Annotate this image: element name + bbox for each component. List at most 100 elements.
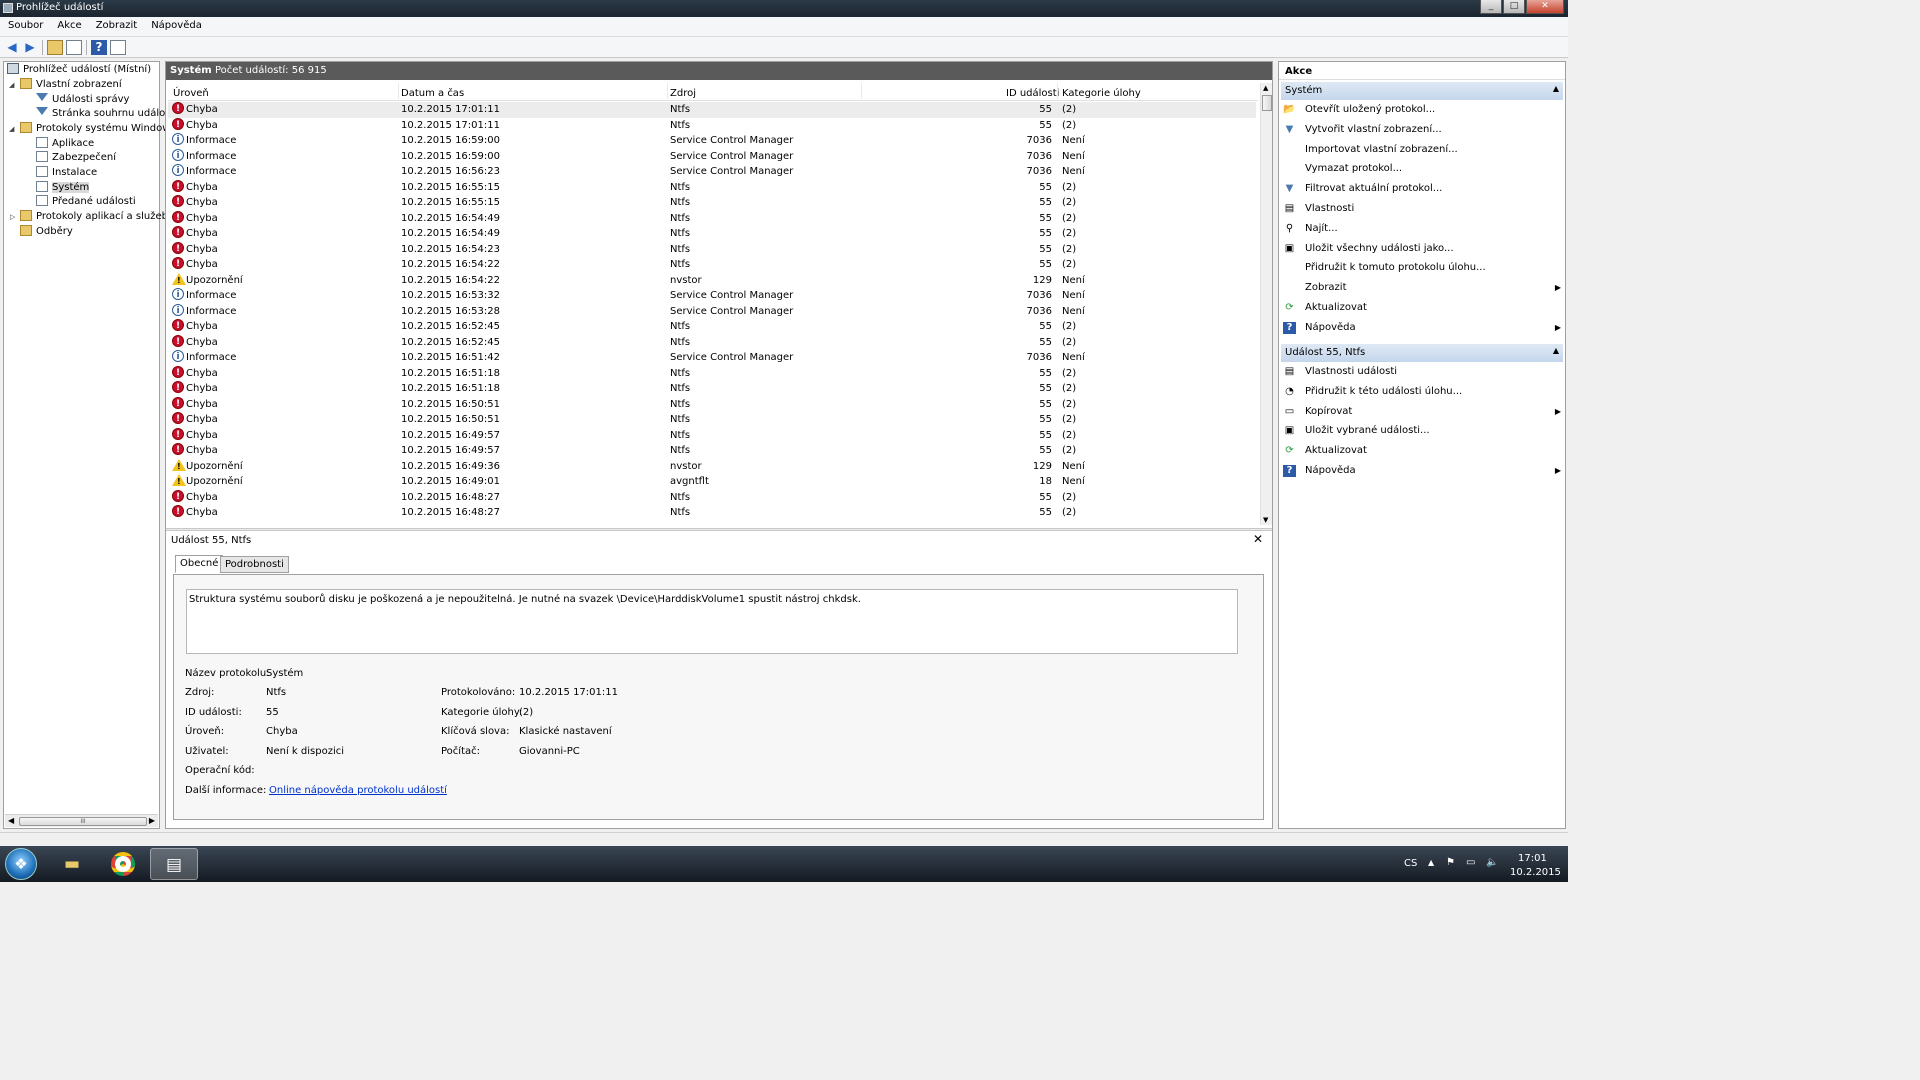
table-row[interactable]: ! Chyba 10.2.2015 16:51:18 Ntfs 55 (2) — [168, 381, 1256, 397]
tree-item-windows-logs[interactable]: Protokoly systému Windows — [20, 122, 176, 136]
scroll-left-icon[interactable]: ◀ — [8, 816, 14, 825]
tree-item-summary-page[interactable]: Stránka souhrnu událostí — [36, 107, 177, 121]
action-přidružit-k-tomuto-protokolu-úlohu[interactable]: Přidružit k tomuto protokolu úlohu... — [1283, 259, 1563, 277]
table-row[interactable]: ! Chyba 10.2.2015 16:48:27 Ntfs 55 (2) — [168, 505, 1256, 521]
tree-item-admin-events[interactable]: Události správy — [36, 93, 129, 107]
show-hidden-icons-icon[interactable]: ▲ — [1428, 858, 1434, 867]
action-filtrovat-aktuální-protokol[interactable]: ▼ Filtrovat aktuální protokol... — [1283, 180, 1563, 198]
expand-triangle-icon[interactable]: ▷ — [10, 213, 15, 221]
table-row[interactable]: i Informace 10.2.2015 16:59:00 Service Cont… — [168, 148, 1256, 165]
close-detail-icon[interactable]: ✕ — [1253, 532, 1263, 546]
table-row[interactable]: ! Chyba 10.2.2015 16:49:57 Ntfs 55 (2) — [168, 427, 1256, 444]
action-najít[interactable]: ⚲ Najít... — [1283, 220, 1563, 238]
tree-item-forwarded[interactable]: Předané události — [36, 195, 136, 209]
column-source[interactable]: Zdroj — [670, 88, 696, 99]
table-row[interactable]: ! Chyba 10.2.2015 16:49:57 Ntfs 55 (2) — [168, 443, 1256, 459]
scroll-thumb[interactable]: III — [19, 817, 147, 826]
table-row[interactable]: i Informace 10.2.2015 16:59:00 Service Cont… — [168, 133, 1256, 149]
chrome-icon[interactable] — [99, 848, 147, 880]
tree-item-application[interactable]: Aplikace — [36, 137, 94, 151]
table-row[interactable]: ! Chyba 10.2.2015 16:55:15 Ntfs 55 (2) — [168, 179, 1256, 196]
table-row[interactable]: ! Chyba 10.2.2015 16:50:51 Ntfs 55 (2) — [168, 396, 1256, 413]
tree-horizontal-scrollbar[interactable]: ◀ III ▶ — [5, 814, 158, 827]
help-icon[interactable]: ? — [91, 40, 107, 55]
column-level[interactable]: Úroveň — [173, 88, 209, 99]
scroll-down-icon[interactable]: ▼ — [1263, 516, 1268, 524]
action-center-flag-icon[interactable]: ⚑ — [1446, 857, 1455, 868]
menu-file[interactable]: Soubor — [0, 17, 49, 31]
table-row[interactable]: ! Chyba 10.2.2015 16:54:23 Ntfs 55 (2) — [168, 241, 1256, 258]
table-row[interactable]: ! Chyba 10.2.2015 16:52:45 Ntfs 55 (2) — [168, 334, 1256, 351]
collapse-chevron-icon[interactable]: ▲ — [1553, 346, 1559, 355]
action-importovat-vlastní-zobrazení[interactable]: Importovat vlastní zobrazení... — [1283, 141, 1563, 159]
menu-view[interactable]: Zobrazit — [88, 17, 144, 31]
maximize-button[interactable]: □ — [1503, 0, 1525, 14]
collapse-chevron-icon[interactable]: ▲ — [1553, 84, 1559, 93]
scroll-right-icon[interactable]: ▶ — [149, 816, 155, 825]
show-hide-tree-icon[interactable] — [66, 40, 82, 55]
action-kopírovat[interactable]: ▭ Kopírovat ▶ — [1283, 403, 1563, 421]
table-row[interactable]: ! Chyba 10.2.2015 16:54:49 Ntfs 55 (2) — [168, 226, 1256, 242]
online-help-link[interactable]: Online nápověda protokolu událostí — [269, 785, 447, 796]
pane-splitter[interactable] — [166, 528, 1272, 531]
table-row[interactable]: ! Chyba 10.2.2015 16:54:22 Ntfs 55 (2) — [168, 257, 1256, 273]
table-row[interactable]: ! Chyba 10.2.2015 17:01:11 Ntfs 55 (2) — [168, 117, 1256, 134]
table-row[interactable]: i Informace 10.2.2015 16:51:42 Service Cont… — [168, 350, 1256, 366]
network-icon[interactable]: ▭ — [1466, 857, 1475, 868]
clock-date[interactable]: 10.2.2015 — [1510, 867, 1561, 878]
events-vertical-scrollbar[interactable]: ▲ ▼ — [1260, 83, 1272, 525]
table-row[interactable]: ! Chyba 10.2.2015 16:52:45 Ntfs 55 (2) — [168, 319, 1256, 335]
table-row[interactable]: i Informace 10.2.2015 16:53:28 Service Cont… — [168, 303, 1256, 320]
table-row[interactable]: ! Chyba 10.2.2015 16:48:27 Ntfs 55 (2) — [168, 489, 1256, 506]
back-arrow-icon[interactable]: ◀ — [4, 40, 20, 55]
up-folder-icon[interactable] — [47, 40, 63, 55]
tree-item-app-service-logs[interactable]: Protokoly aplikací a služeb — [20, 210, 168, 224]
column-category[interactable]: Kategorie úlohy — [1062, 88, 1141, 99]
table-row[interactable]: ! Chyba 10.2.2015 16:54:49 Ntfs 55 (2) — [168, 210, 1256, 227]
table-row[interactable]: Upozornění 10.2.2015 16:49:36 nvstor 129 Nen… — [168, 458, 1256, 475]
table-row[interactable]: ! Chyba 10.2.2015 16:50:51 Ntfs 55 (2) — [168, 412, 1256, 428]
tab-general[interactable]: Obecné — [175, 555, 224, 573]
actions-section-system[interactable]: Systém ▲ — [1281, 82, 1563, 100]
scroll-thumb[interactable] — [1262, 95, 1272, 111]
event-viewer-task-icon[interactable]: ▤ — [150, 848, 198, 880]
table-row[interactable]: i Informace 10.2.2015 16:56:23 Service Cont… — [168, 164, 1256, 180]
collapse-triangle-icon[interactable]: ◢ — [9, 81, 14, 89]
action-aktualizovat[interactable]: ⟳ Aktualizovat — [1283, 299, 1563, 317]
scroll-up-icon[interactable]: ▲ — [1263, 84, 1268, 92]
action-aktualizovat[interactable]: ⟳ Aktualizovat — [1283, 442, 1563, 460]
tree-item-security[interactable]: Zabezpečení — [36, 151, 116, 165]
tab-details[interactable]: Podrobnosti — [220, 556, 289, 573]
volume-icon[interactable]: 🔈 — [1486, 857, 1498, 868]
action-uložit-vybrané-události[interactable]: ▣ Uložit vybrané události... — [1283, 422, 1563, 440]
menu-help[interactable]: Nápověda — [143, 17, 208, 31]
table-row[interactable]: Upozornění 10.2.2015 16:54:22 nvstor 129 Nen… — [168, 272, 1256, 289]
action-vlastnosti[interactable]: ▤ Vlastnosti — [1283, 200, 1563, 218]
column-datetime[interactable]: Datum a čas — [401, 88, 464, 99]
action-přidružit-k-této-události-úlohu[interactable]: ◔ Přidružit k této události úlohu... — [1283, 383, 1563, 401]
forward-arrow-icon[interactable]: ▶ — [22, 40, 38, 55]
table-row[interactable]: Upozornění 10.2.2015 16:49:01 avgntflt 18 Ne… — [168, 474, 1256, 490]
action-vlastnosti-události[interactable]: ▤ Vlastnosti události — [1283, 363, 1563, 381]
column-event-id[interactable]: ID události — [1006, 88, 1059, 99]
start-button-icon[interactable]: ❖ — [5, 848, 37, 880]
minimize-button[interactable]: _ — [1480, 0, 1502, 14]
action-vytvořit-vlastní-zobrazení[interactable]: ▼ Vytvořit vlastní zobrazení... — [1283, 121, 1563, 139]
action-nápověda[interactable]: ? Nápověda ▶ — [1283, 462, 1563, 480]
close-window-button[interactable]: ✕ — [1526, 0, 1564, 14]
action-zobrazit[interactable]: Zobrazit ▶ — [1283, 279, 1563, 297]
clock-time[interactable]: 17:01 — [1518, 853, 1547, 864]
table-row[interactable]: ! Chyba 10.2.2015 16:55:15 Ntfs 55 (2) — [168, 195, 1256, 211]
action-otevřít-uložený-protokol[interactable]: 📂 Otevřít uložený protokol... — [1283, 101, 1563, 119]
language-indicator[interactable]: CS — [1404, 858, 1417, 869]
actions-section-event[interactable]: Událost 55, Ntfs ▲ — [1281, 344, 1563, 362]
table-row[interactable]: i Informace 10.2.2015 16:53:32 Service Cont… — [168, 288, 1256, 304]
tree-item-custom-views[interactable]: Vlastní zobrazení — [20, 78, 122, 92]
tree-item-setup[interactable]: Instalace — [36, 166, 97, 180]
collapse-triangle-icon[interactable]: ◢ — [9, 125, 14, 133]
explorer-folder-icon[interactable]: ▬ — [48, 848, 96, 880]
action-vymazat-protokol[interactable]: Vymazat protokol... — [1283, 160, 1563, 178]
tree-item-root[interactable]: Prohlížeč událostí (Místní) — [7, 63, 151, 77]
table-row[interactable]: ! Chyba 10.2.2015 17:01:11 Ntfs 55 (2) — [168, 102, 1256, 118]
table-row[interactable]: ! Chyba 10.2.2015 16:51:18 Ntfs 55 (2) — [168, 365, 1256, 382]
